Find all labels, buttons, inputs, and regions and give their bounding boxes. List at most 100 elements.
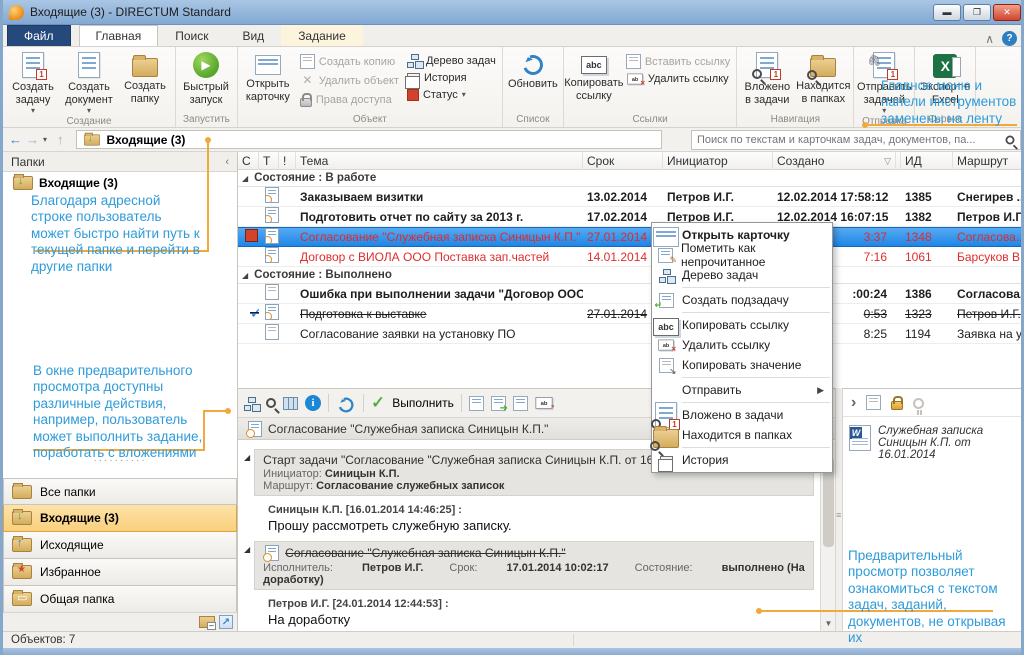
column-header-5[interactable]: Срок [583, 152, 663, 170]
history-dropdown-icon[interactable]: ▾ [43, 135, 47, 144]
open-in-window-icon[interactable]: ↗ [219, 615, 233, 629]
minimize-button[interactable]: ▬ [933, 3, 961, 21]
column-header-4[interactable]: Тема [296, 152, 583, 170]
search-input[interactable] [697, 133, 1005, 146]
ribbon-group-label: Список [516, 114, 550, 125]
back-button[interactable]: ← [9, 132, 22, 147]
task-tree-icon[interactable] [244, 396, 259, 411]
expand-icon[interactable]: › [851, 394, 856, 412]
tab-главная[interactable]: Главная [78, 25, 159, 46]
info-icon[interactable]: i [305, 395, 321, 411]
sidebar-item-3[interactable]: ↑ Исходящие [3, 532, 237, 559]
ribbon-button[interactable]: Создать папку [118, 49, 172, 115]
collapse-block-icon[interactable]: ◢ [244, 449, 250, 496]
refresh-icon[interactable] [336, 394, 356, 415]
remove-link-icon[interactable]: ab × [535, 397, 554, 410]
up-button[interactable]: ↑ [57, 132, 64, 147]
preview-message: Петров И.Г. [24.01.2014 12:44:53] : На до… [268, 598, 449, 627]
ribbon-small-button[interactable]: Статус ▾ [404, 88, 499, 101]
forward-icon[interactable]: ➜ [490, 395, 508, 414]
column-header-7[interactable]: Создано ▽ [773, 152, 901, 170]
column-header-6[interactable]: Инициатор [663, 152, 773, 170]
attached-in-tasks-icon: 1 [752, 52, 782, 80]
ribbon-button[interactable]: Создать документ ▾ [62, 49, 116, 115]
ribbon-button[interactable]: 1 Создать задачу ▾ [6, 49, 60, 115]
ribbon-button[interactable]: ▶ Быстрый запуск [179, 49, 233, 113]
lock-icon[interactable] [891, 396, 904, 410]
task-row[interactable]: Ошибка при выполнении задачи "Договор ОО… [238, 284, 1024, 304]
search-box[interactable] [691, 129, 1021, 150]
ribbon-small-button[interactable]: Дерево задач [404, 54, 499, 68]
zoom-icon[interactable] [266, 398, 276, 408]
cell-id: 1323 [905, 306, 932, 321]
grid-icon[interactable] [283, 396, 298, 410]
collapse-ribbon-icon[interactable]: ∧ [985, 32, 994, 46]
execute-button[interactable]: Выполнить [392, 396, 454, 410]
column-header-1[interactable]: С [238, 152, 259, 170]
menu-item[interactable]: ab × Удалить ссылку [652, 335, 832, 355]
ribbon-button[interactable]: Находится в папках [796, 49, 850, 113]
menu-item[interactable]: ↘ Копировать значение [652, 355, 832, 376]
task-row[interactable]: Заказываем визитки 13.02.2014 Петров И.Г. 1… [238, 187, 1021, 207]
history-icon [657, 455, 673, 472]
help-icon[interactable]: ? [1002, 31, 1017, 46]
ribbon-small-button[interactable]: ab × Удалить ссылку [623, 73, 733, 87]
ribbon-button[interactable]: abc Копировать ссылку [564, 49, 623, 113]
column-header-9[interactable]: Маршрут [953, 152, 1021, 170]
signature-icon[interactable] [913, 398, 925, 415]
sidebar-item-2[interactable]: ↓ Входящие (3) [3, 505, 237, 532]
ribbon-small-button[interactable]: История [404, 71, 499, 89]
ribbon-button[interactable]: Обновить [506, 49, 560, 113]
folders-panel-title: Папки [11, 154, 45, 169]
breadcrumb[interactable]: ↓ Входящие (3) [75, 130, 662, 149]
execute-check-icon[interactable]: ✓ [371, 394, 385, 412]
menu-item[interactable]: История [652, 450, 832, 472]
menu-item[interactable]: ↵ Создать подзадачу [652, 290, 832, 310]
collapse-panel-icon[interactable]: ‹ [225, 156, 229, 168]
tab-поиск[interactable]: Поиск [158, 25, 225, 46]
task-row[interactable]: Подготовить отчет по сайту за 2013 г. 17.… [238, 207, 1021, 227]
cell-initiator: Петров И.Г. [667, 189, 734, 204]
column-header-2[interactable]: Т [259, 152, 279, 170]
search-icon[interactable] [1005, 135, 1015, 144]
task-row[interactable]: ✓Подготовка к выставке27.01.20140:531323… [238, 304, 1021, 324]
column-header-8[interactable]: ИД [901, 152, 953, 170]
ribbon-button[interactable]: Открыть карточку [241, 49, 295, 113]
task-row[interactable]: Договор с ВИОЛА ООО Поставка зап.частей 1… [238, 247, 1021, 267]
note-icon [265, 284, 279, 300]
sidebar-item-1[interactable]: Все папки [3, 478, 237, 505]
card-icon[interactable] [866, 395, 882, 410]
card-icon[interactable] [468, 395, 484, 411]
mark-read-icon[interactable] [512, 395, 528, 411]
forward-button[interactable]: → [26, 132, 39, 147]
column-header-3[interactable]: ! [279, 152, 296, 170]
sidebar-item-inbox-tree[interactable]: ↓ Входящие (3) [3, 172, 237, 192]
tab-задание[interactable]: Задание [281, 25, 363, 46]
collapse-folders-icon[interactable] [199, 616, 216, 630]
window-title: Входящие (3) - DIRECTUM Standard [30, 5, 231, 19]
group-header[interactable]: ◢ Состояние : Выполнено [238, 267, 1021, 284]
menu-item[interactable]: ✎ Пометить как непрочитанное [652, 241, 832, 269]
scroll-down-icon[interactable]: ▼ [821, 616, 836, 631]
group-header[interactable]: ◢ Состояние : В работе [238, 170, 1021, 187]
attachments-splitter[interactable] [835, 388, 843, 631]
ribbon-button[interactable]: 1 Вложено в задачи [740, 49, 794, 113]
tree-item-label: Входящие (3) [39, 176, 118, 190]
maximize-button[interactable]: ❐ [963, 3, 991, 21]
attachment-item[interactable]: Служебная записка Синицын К.П. от 16.01.… [843, 417, 1021, 469]
sidebar-item-4[interactable]: ★ Избранное [3, 559, 237, 586]
create-subtask-icon: ↵ [655, 292, 674, 310]
ribbon-group-label: Навигация [770, 114, 820, 125]
task-row[interactable]: Согласование заявки на установку ПО 8:25 1… [238, 324, 1021, 344]
collapse-block-icon[interactable]: ◢ [244, 541, 250, 590]
tab-файл[interactable]: Файл [7, 25, 71, 46]
close-button[interactable]: ✕ [993, 3, 1021, 21]
cell-route: Согласова... [957, 286, 1024, 301]
sidebar-item-5[interactable]: ▭ Общая папка [3, 586, 237, 613]
menu-item[interactable]: 1 Вложено в задачи [651, 402, 832, 430]
menu-item[interactable]: abc Копировать ссылку [652, 315, 832, 336]
task-row[interactable]: Согласование "Служебная записка Синицын … [238, 227, 1021, 247]
menu-item[interactable]: Отправить ▶ [652, 380, 832, 400]
history-icon [404, 73, 420, 89]
tab-вид[interactable]: Вид [225, 25, 281, 46]
